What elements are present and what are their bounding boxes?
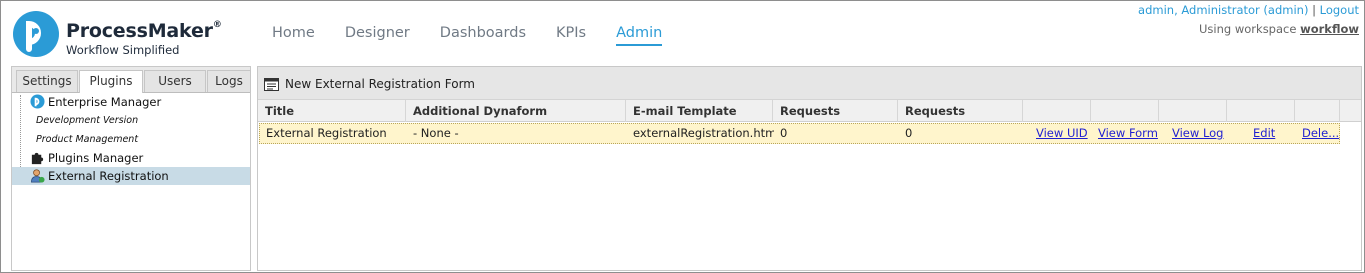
cell-action: Edit (1247, 124, 1297, 143)
column-requests-completed[interactable]: Requests Completed (898, 100, 1023, 140)
view-form-link[interactable]: View Form (1098, 126, 1158, 140)
nav-home[interactable]: Home (272, 25, 315, 46)
column-action (1227, 100, 1295, 122)
logout-link[interactable]: Logout (1320, 3, 1359, 17)
cell-requests-received: 0 (780, 126, 788, 140)
tree-item-label: Product Management (36, 134, 139, 145)
tree-item-enterprise-manager[interactable]: Enterprise Manager (12, 93, 250, 111)
tree-item-label: Plugins Manager (48, 151, 144, 165)
user-info: admin, Administrator (admin) | Logout (1138, 3, 1359, 17)
column-action (1023, 100, 1091, 122)
brand-name: ProcessMaker® (66, 19, 222, 42)
registration-forms-panel: New External Registration Form Title Add… (257, 66, 1362, 271)
grid-header: Title Additional Dynaform E-mail Templat… (258, 100, 1361, 140)
workspace-prefix: Using workspace (1199, 22, 1297, 36)
column-email-template[interactable]: E-mail Template (626, 100, 773, 122)
tree-item-label: Enterprise Manager (48, 95, 162, 109)
cell-action: View UID (1030, 124, 1096, 143)
tree-item-development-version[interactable]: Development Version (12, 112, 250, 130)
edit-link[interactable]: Edit (1253, 126, 1275, 140)
workspace-info: Using workspace workflow (1199, 22, 1359, 36)
brand-tagline: Workflow Simplified (66, 43, 180, 57)
sidebar-tabs: Settings Plugins Users Logs (12, 67, 251, 93)
tab-users[interactable]: Users (144, 70, 206, 92)
main-nav: Home Designer Dashboards KPIs Admin (272, 25, 692, 46)
form-icon (264, 77, 279, 91)
column-action (1295, 100, 1340, 122)
new-form-label: New External Registration Form (285, 77, 475, 91)
tab-settings[interactable]: Settings (16, 70, 78, 92)
column-title[interactable]: Title (258, 100, 406, 122)
tree-item-plugins-manager[interactable]: Plugins Manager (12, 149, 250, 167)
puzzle-icon (31, 152, 44, 165)
processmaker-icon (30, 94, 45, 109)
column-action (1091, 100, 1159, 122)
column-requests-received[interactable]: Requests Received (773, 100, 898, 140)
nav-designer[interactable]: Designer (345, 25, 410, 46)
cell-email-template: externalRegistration.html (633, 126, 774, 140)
cell-action: View Log (1166, 124, 1230, 143)
tree-item-label: External Registration (48, 169, 169, 183)
cell-requests-completed: 0 (905, 126, 913, 140)
nav-kpis[interactable]: KPIs (556, 25, 586, 46)
new-form-button[interactable]: New External Registration Form (264, 75, 475, 93)
processmaker-logo[interactable] (12, 10, 60, 58)
cell-action: Dele... (1296, 124, 1340, 143)
view-log-link[interactable]: View Log (1172, 126, 1224, 140)
tree-item-product-management[interactable]: Product Management (12, 131, 250, 149)
column-dynaform[interactable]: Additional Dynaform (406, 100, 626, 122)
nav-dashboards[interactable]: Dashboards (440, 25, 526, 46)
user-link[interactable]: admin, Administrator (admin) (1138, 3, 1308, 17)
admin-sidebar: Settings Plugins Users Logs Enterprise M… (11, 66, 251, 271)
workspace-name[interactable]: workflow (1300, 22, 1359, 36)
nav-admin[interactable]: Admin (616, 25, 663, 46)
view-uid-link[interactable]: View UID (1036, 126, 1088, 140)
tab-logs[interactable]: Logs (207, 70, 251, 92)
tab-plugins[interactable]: Plugins (79, 70, 143, 93)
grid-toolbar: New External Registration Form (258, 67, 1361, 100)
table-row[interactable]: External Registration - None - externalR… (259, 123, 1340, 144)
column-action (1159, 100, 1227, 122)
cell-action: View Form (1092, 124, 1164, 143)
delete-link[interactable]: Dele... (1302, 126, 1339, 140)
tree-item-label: Development Version (36, 115, 139, 126)
cell-title: External Registration (266, 126, 387, 140)
cell-dynaform: - None - (413, 126, 459, 140)
user-separator: | (1312, 3, 1316, 17)
user-icon (31, 169, 45, 183)
tree-item-external-registration[interactable]: External Registration (12, 167, 250, 185)
